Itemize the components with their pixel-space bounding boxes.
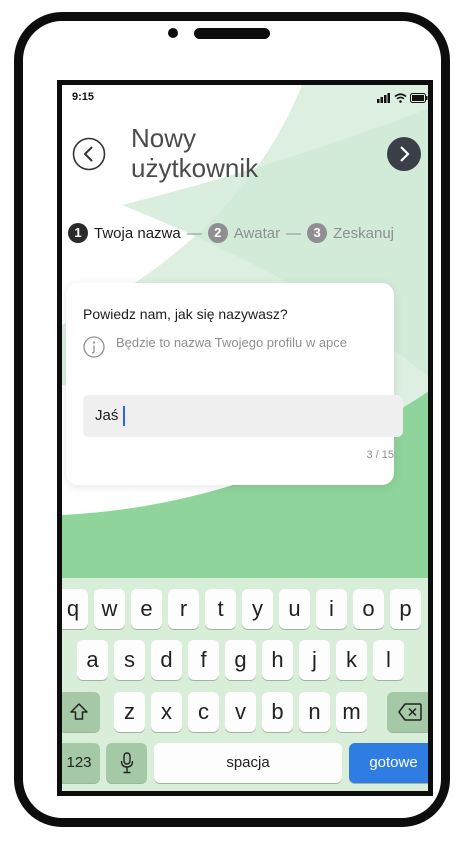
key-y[interactable]: y xyxy=(242,589,273,629)
key-v[interactable]: v xyxy=(225,692,256,732)
card-question: Powiedz nam, jak się nazywasz? xyxy=(83,306,288,322)
step-number-3: 3 xyxy=(307,223,328,243)
space-key[interactable]: spacja xyxy=(154,743,342,783)
wifi-icon xyxy=(394,93,407,103)
card-hint: Będzie to nazwa Twojego profilu w apce xyxy=(116,335,348,350)
step-label-scan: Zeskanuj xyxy=(333,224,395,242)
key-q[interactable]: q xyxy=(62,589,88,629)
keyboard: q w e r t y u i o p a s d f g h j k l z … xyxy=(62,578,428,791)
status-bar: 9:15 xyxy=(72,91,428,107)
key-c[interactable]: c xyxy=(188,692,219,732)
name-input[interactable]: Jaś xyxy=(83,395,403,437)
name-input-value: Jaś xyxy=(95,407,119,424)
key-a[interactable]: a xyxy=(77,640,108,680)
key-s[interactable]: s xyxy=(114,640,145,680)
key-o[interactable]: o xyxy=(353,589,384,629)
shift-key[interactable] xyxy=(62,692,100,732)
status-icons xyxy=(377,93,428,103)
key-p[interactable]: p xyxy=(390,589,421,629)
chevron-right-icon xyxy=(400,146,410,162)
shift-icon xyxy=(70,703,88,720)
text-caret xyxy=(123,406,125,426)
battery-icon xyxy=(410,93,428,103)
key-z[interactable]: z xyxy=(114,692,145,732)
numbers-key[interactable]: 123 xyxy=(62,743,100,783)
key-n[interactable]: n xyxy=(299,692,330,732)
key-g[interactable]: g xyxy=(225,640,256,680)
key-l[interactable]: l xyxy=(373,640,404,680)
done-key[interactable]: gotowe xyxy=(349,743,428,783)
signal-icon xyxy=(377,93,390,103)
step-label-name: Twoja nazwa xyxy=(94,224,181,242)
microphone-icon xyxy=(120,752,133,774)
step-separator: — xyxy=(286,224,302,242)
speaker-bar xyxy=(194,28,270,39)
key-w[interactable]: w xyxy=(94,589,125,629)
status-time: 9:15 xyxy=(72,91,95,103)
step-number-1: 1 xyxy=(68,223,88,243)
key-t[interactable]: t xyxy=(205,589,236,629)
key-f[interactable]: f xyxy=(188,640,219,680)
key-b[interactable]: b xyxy=(262,692,293,732)
step-label-avatar: Awatar xyxy=(233,224,281,242)
key-i[interactable]: i xyxy=(316,589,347,629)
next-button[interactable] xyxy=(387,137,421,171)
key-x[interactable]: x xyxy=(151,692,182,732)
page-title: Nowy użytkownik xyxy=(131,123,259,183)
backspace-icon xyxy=(397,703,422,721)
camera-dot xyxy=(168,28,178,38)
step-number-2: 2 xyxy=(207,223,228,243)
key-j[interactable]: j xyxy=(299,640,330,680)
key-r[interactable]: r xyxy=(168,589,199,629)
mic-key[interactable] xyxy=(106,743,147,783)
backspace-key[interactable] xyxy=(387,692,428,732)
name-card: Powiedz nam, jak się nazywasz? Będzie to… xyxy=(66,283,403,485)
step-separator: — xyxy=(186,224,202,242)
key-m[interactable]: m xyxy=(336,692,367,732)
info-icon xyxy=(83,336,105,358)
key-u[interactable]: u xyxy=(279,589,310,629)
key-e[interactable]: e xyxy=(131,589,162,629)
key-h[interactable]: h xyxy=(262,640,293,680)
key-k[interactable]: k xyxy=(336,640,367,680)
back-button[interactable] xyxy=(72,137,106,171)
stepper: 1 Twoja nazwa — 2 Awatar — 3 Zeskanuj xyxy=(68,223,394,243)
key-d[interactable]: d xyxy=(151,640,182,680)
char-counter: 3 / 15 xyxy=(366,449,394,461)
app-screen: 9:15 Nowy użytkownik 1 Twoja nazwa — 2 A… xyxy=(57,80,433,796)
